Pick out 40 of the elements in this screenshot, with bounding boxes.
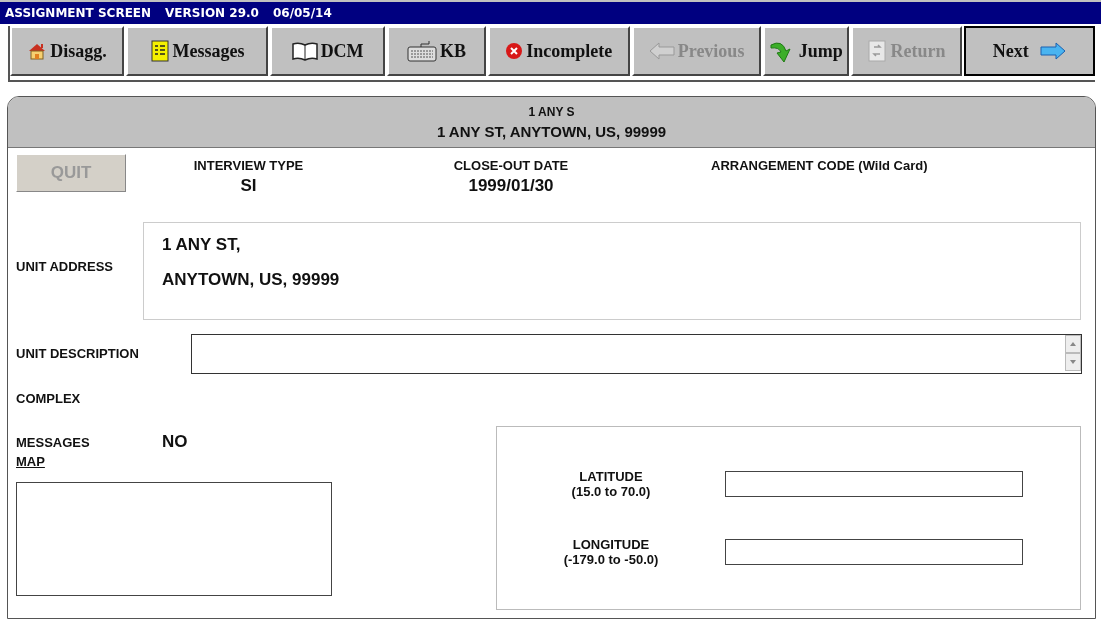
map-link[interactable]: MAP [16, 454, 45, 469]
coordinate-label: LONGITUDE [571, 537, 651, 552]
unit-description-label: UNIT DESCRIPTION [16, 345, 140, 363]
complex-label: COMPLEX [16, 390, 82, 408]
address-line: ANYTOWN, US, 99999 [162, 270, 341, 290]
interview-type-value: SI [240, 176, 257, 196]
version-label: VERSION 29.0 [165, 6, 259, 20]
toolbar-button[interactable]: Incomplete [487, 26, 630, 76]
toolbar-button[interactable]: Messages [126, 26, 269, 76]
coordinate-input[interactable] [725, 471, 1023, 497]
toolbar-button[interactable]: Next [963, 26, 1095, 76]
close-out-date-label: CLOSE-OUT DATE [453, 158, 569, 173]
coordinate-range: (-179.0 to -50.0) [562, 552, 660, 567]
arrangement-code-label: ARRANGEMENT CODE (Wild Card) [711, 158, 928, 173]
left-arrow-icon [648, 42, 675, 60]
coordinate-label: LATITUDE [578, 469, 644, 484]
toolbar-button[interactable]: KB [387, 26, 486, 76]
page-icon [867, 39, 888, 63]
toolbar-button[interactable]: Disagg. [10, 26, 125, 76]
error-icon [505, 42, 524, 60]
notepad-icon [149, 40, 170, 62]
coordinate-range: (15.0 to 70.0) [570, 484, 652, 499]
header-full-address: 1 ANY ST, ANYTOWN, US, 99999 [436, 122, 667, 140]
interview-type-label: INTERVIEW TYPE [193, 158, 304, 173]
spin-buttons-icon [1065, 335, 1081, 371]
unit-description-field[interactable] [191, 334, 1082, 374]
book-icon [291, 41, 318, 61]
messages-label: MESSAGES [16, 435, 91, 450]
toolbar-button[interactable]: Jump [763, 26, 850, 76]
address-line: 1 ANY ST, [162, 235, 242, 255]
unit-address-label: UNIT ADDRESS [16, 258, 115, 276]
window-title: ASSIGNMENT SCREEN [5, 6, 152, 20]
header-short-address: 1 ANY S [528, 104, 575, 119]
right-arrow-icon [1039, 42, 1066, 60]
close-out-date-value: 1999/01/30 [468, 176, 554, 196]
toolbar-button[interactable]: DCM [270, 26, 386, 76]
coordinate-input[interactable] [725, 539, 1023, 565]
messages-value: NO [162, 432, 188, 452]
keyboard-icon [406, 40, 437, 62]
date-label: 06/05/14 [272, 6, 332, 20]
